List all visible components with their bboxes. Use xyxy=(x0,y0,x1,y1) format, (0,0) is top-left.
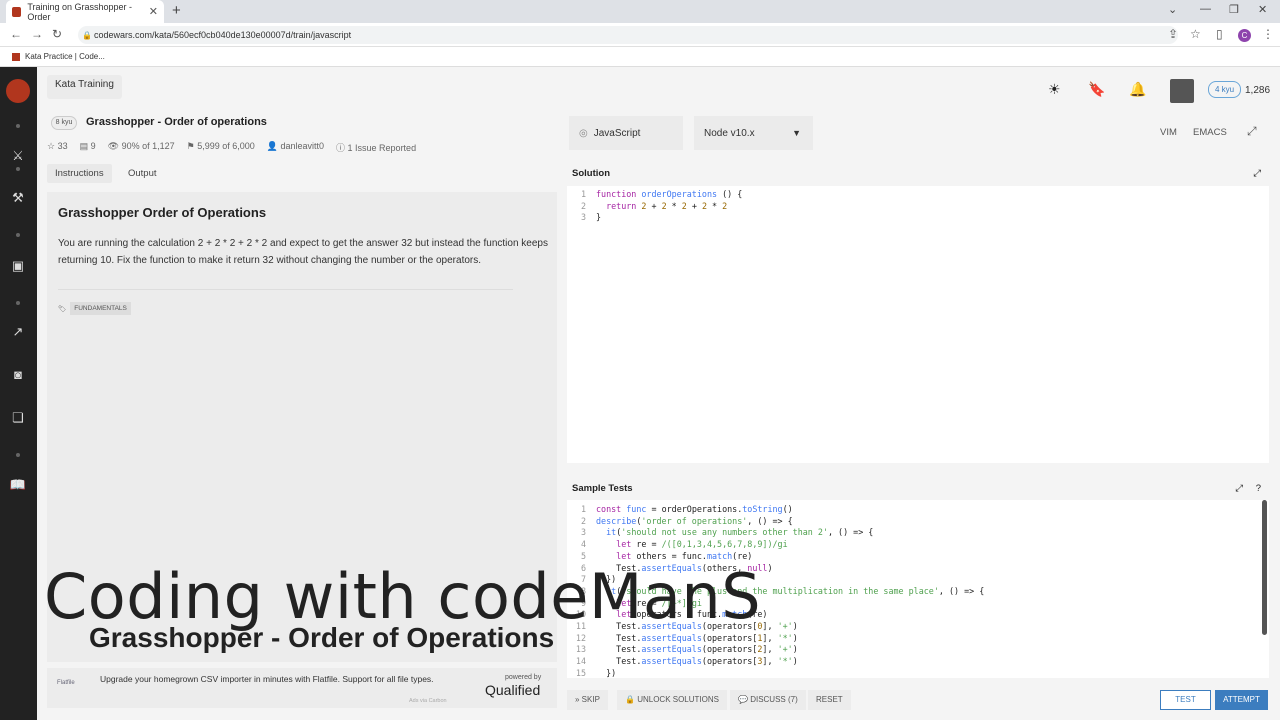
share-icon[interactable]: ⇪ xyxy=(1168,27,1178,41)
issues-link[interactable]: ⓘ 1 Issue Reported xyxy=(336,141,416,154)
browser-tab-strip: Training on Grasshopper - Order ✕ + ⌄ — … xyxy=(0,0,1280,23)
profile-icon[interactable]: C xyxy=(1238,29,1251,42)
bookmarks-bar: Kata Practice | Code... xyxy=(0,47,1280,67)
chrome-menu-icon[interactable]: ⋮ xyxy=(1262,27,1274,41)
solution-header: Solution ⤢ xyxy=(567,164,1269,184)
theme-sun-icon[interactable]: ☀ xyxy=(1048,81,1061,98)
tag-icon: 🏷 xyxy=(58,305,67,313)
language-label: JavaScript xyxy=(593,127,641,139)
language-selector[interactable]: ◎ JavaScript xyxy=(569,116,683,150)
video-overlay-subtitle: Grasshopper - Order of Operations xyxy=(89,622,555,653)
divider xyxy=(58,289,513,290)
tests-scrollbar[interactable] xyxy=(1262,500,1267,635)
sidebar-dot xyxy=(16,124,20,128)
practice-icon[interactable]: ⚔ xyxy=(9,147,27,165)
star-bookmark-icon[interactable]: ☆ xyxy=(1190,27,1201,41)
discuss-button[interactable]: 💬 DISCUSS (7) xyxy=(730,690,806,710)
discussion-icon[interactable]: ❏ xyxy=(9,409,27,427)
kata-training-tab[interactable]: Kata Training xyxy=(47,75,122,99)
close-tab-icon[interactable]: ✕ xyxy=(149,5,158,18)
docs-book-icon[interactable]: 📖 xyxy=(9,476,27,494)
url-field[interactable]: 🔒 codewars.com/kata/560ecf0cb040de130e00… xyxy=(78,26,1178,44)
sample-tests-header: Sample Tests ⤢ ? xyxy=(567,479,1269,499)
author-link[interactable]: 👤 danleavitt0 xyxy=(267,141,324,154)
avatar[interactable] xyxy=(1170,79,1194,103)
language-icon: ◎ xyxy=(579,127,588,139)
solution-code[interactable]: 1 function orderOperations () { 2 return … xyxy=(572,189,742,224)
sample-tests-label: Sample Tests xyxy=(572,483,633,494)
sidebar-dot xyxy=(16,167,20,171)
forward-icon[interactable]: → xyxy=(31,27,43,41)
carbon-ad[interactable]: Flatfile Upgrade your homegrown CSV impo… xyxy=(47,668,557,708)
bookmark-icon[interactable]: 🔖 xyxy=(1088,81,1105,98)
ads-via-label[interactable]: Ads via Carbon xyxy=(409,698,447,704)
kata-rank-badge: 8 kyu xyxy=(51,116,77,130)
instructions-title: Grasshopper Order of Operations xyxy=(58,205,267,220)
completed-stat: ⚑ 5,999 of 6,000 xyxy=(186,141,255,151)
app-sidebar: ⚔ ⚒ ▣ ↗ ◙ ❏ 📖 xyxy=(0,67,37,720)
help-icon[interactable]: ? xyxy=(1256,479,1261,499)
powered-by-label: powered by xyxy=(505,674,542,681)
minimize-icon[interactable]: — xyxy=(1200,3,1211,15)
leaderboard-icon[interactable]: ↗ xyxy=(9,323,27,341)
description-tabs: Instructions Output xyxy=(47,164,557,184)
ad-text[interactable]: Upgrade your homegrown CSV importer in m… xyxy=(100,674,450,684)
browser-tab-title: Training on Grasshopper - Order xyxy=(27,1,133,22)
lock-icon: 🔒 xyxy=(82,30,92,40)
unlock-solutions-button[interactable]: 🔒 UNLOCK SOLUTIONS xyxy=(617,690,727,710)
honor-count: 1,286 xyxy=(1245,85,1271,96)
user-kyu-badge: 4 kyu xyxy=(1208,81,1242,98)
action-bar: » SKIP 🔒 UNLOCK SOLUTIONS 💬 DISCUSS (7) … xyxy=(567,690,1280,712)
node-version-label: Node v10.x xyxy=(704,127,755,139)
codewars-logo-icon[interactable] xyxy=(6,79,30,103)
notifications-bell-icon[interactable]: 🔔 xyxy=(1129,81,1146,98)
sidebar-dot xyxy=(16,453,20,457)
collections-stat[interactable]: ▤ 9 xyxy=(80,141,96,154)
page-topbar: Kata Training ☀ 🔖 🔔 4 kyu 1,286 xyxy=(37,67,1280,114)
close-window-icon[interactable]: ✕ xyxy=(1258,3,1267,16)
kata-title: Grasshopper - Order of operations xyxy=(86,116,267,128)
emacs-toggle[interactable]: EMACS xyxy=(1193,127,1227,138)
reload-icon[interactable]: ↻ xyxy=(52,27,62,41)
satisfaction-stat: 👁 90% of 1,127 xyxy=(107,141,175,151)
test-button[interactable]: TEST xyxy=(1160,690,1211,710)
maximize-icon[interactable]: ❐ xyxy=(1229,3,1239,16)
new-tab-icon[interactable]: + xyxy=(172,2,181,19)
stars-stat[interactable]: ☆ 33 xyxy=(47,141,68,154)
tab-instructions[interactable]: Instructions xyxy=(47,164,112,183)
browser-tab[interactable]: Training on Grasshopper - Order ✕ xyxy=(6,0,164,23)
tag-list: 🏷 FUNDAMENTALS xyxy=(58,302,131,315)
back-icon[interactable]: ← xyxy=(10,27,22,41)
bookmark-favicon-icon xyxy=(12,52,20,61)
skip-button[interactable]: » SKIP xyxy=(567,690,608,710)
bookmark-kata-practice[interactable]: Kata Practice | Code... xyxy=(25,52,105,61)
attempt-button[interactable]: ATTEMPT xyxy=(1215,690,1268,710)
vim-toggle[interactable]: VIM xyxy=(1160,127,1177,138)
solution-editor[interactable] xyxy=(567,186,1269,463)
chevron-down-icon: ▼ xyxy=(792,128,801,138)
sidebar-dot xyxy=(16,233,20,237)
kumite-icon[interactable]: ⚒ xyxy=(9,189,27,207)
qualified-logo[interactable]: Qualified xyxy=(485,682,540,698)
tab-output[interactable]: Output xyxy=(120,164,165,183)
side-panel-icon[interactable]: ▯ xyxy=(1216,27,1223,41)
tab-search-icon[interactable]: ⌄ xyxy=(1168,3,1177,16)
kata-stats: ☆ 33 ▤ 9 👁 90% of 1,127 ⚑ 5,999 of 6,000… xyxy=(47,141,557,154)
sidebar-dot xyxy=(16,301,20,305)
address-bar-row: ← → ↻ 🔒 codewars.com/kata/560ecf0cb040de… xyxy=(0,23,1280,47)
codewars-favicon-icon xyxy=(12,6,22,17)
expand-tests-icon[interactable]: ⤢ xyxy=(1235,479,1243,499)
reset-button[interactable]: RESET xyxy=(808,690,851,710)
flatfile-logo: Flatfile xyxy=(57,680,75,686)
node-version-select[interactable]: Node v10.x ▼ xyxy=(694,116,813,150)
expand-solution-icon[interactable]: ⤢ xyxy=(1253,164,1261,184)
url-text: codewars.com/kata/560ecf0cb040de130e0000… xyxy=(94,30,352,40)
solution-label: Solution xyxy=(572,168,610,179)
fullscreen-icon[interactable]: ⤢ xyxy=(1247,124,1257,139)
tag-fundamentals[interactable]: FUNDAMENTALS xyxy=(70,302,131,315)
discord-icon[interactable]: ◙ xyxy=(9,366,27,384)
briefcase-icon[interactable]: ▣ xyxy=(9,257,27,275)
instructions-text: You are running the calculation 2 + 2 * … xyxy=(58,238,548,266)
